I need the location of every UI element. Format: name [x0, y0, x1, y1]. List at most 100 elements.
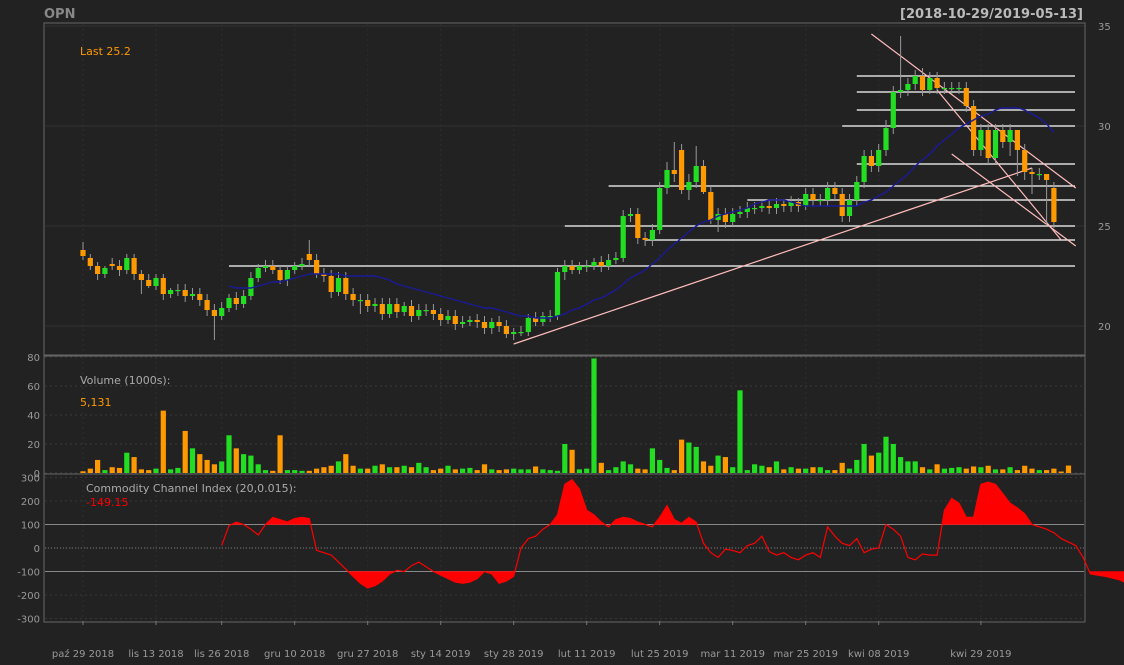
candle-down [197, 294, 203, 300]
candle-up [387, 304, 393, 314]
volume-bar [700, 461, 707, 473]
volume-bar [956, 467, 962, 473]
volume-bar [927, 469, 933, 473]
cci-tick-label: 300 [21, 473, 40, 484]
volume-bar [671, 470, 677, 473]
cci-tick-label: -100 [17, 568, 40, 579]
last-price-label: Last 25.2 [80, 45, 131, 58]
candle-up [591, 262, 597, 266]
candle-down [496, 322, 502, 326]
candle-up [241, 296, 247, 304]
candle-up [372, 304, 378, 306]
candle-down [919, 76, 926, 90]
candle-down [306, 254, 312, 260]
volume-bar [401, 465, 407, 473]
volume-bar [934, 464, 940, 473]
cci-tick-label: 100 [21, 520, 40, 531]
volume-bar [226, 435, 232, 473]
volume-bar [153, 468, 159, 473]
time-tick-label: lut 25 2019 [631, 649, 689, 660]
volume-bar [992, 469, 999, 473]
volume-bar [649, 448, 655, 473]
chart-canvas: OPN [2018-10-29/2019-05-13] 20 25 30 35 0 20 4… [0, 0, 1124, 665]
candle-up [912, 76, 918, 84]
volume-bar [919, 467, 926, 473]
volume-bar [1036, 470, 1042, 473]
volume-bar [759, 465, 765, 473]
candle-up [292, 266, 298, 270]
volume-bar [372, 465, 378, 473]
volume-bar [912, 461, 918, 473]
candle-down [109, 264, 115, 266]
candle-up [460, 322, 466, 324]
volume-bar [503, 469, 509, 473]
candle-down [270, 266, 276, 270]
volume-bar [533, 466, 539, 473]
volume-bar [95, 459, 101, 473]
cci-last-value: -149.15 [86, 496, 128, 509]
candle-down [1029, 172, 1035, 174]
volume-bar [387, 467, 393, 473]
volume-bar [978, 467, 984, 473]
candle-up [693, 166, 699, 182]
volume-bar [394, 467, 400, 473]
volume-bar [423, 467, 429, 473]
candle-down [781, 204, 787, 206]
volume-bar [883, 436, 889, 473]
volume-bar [554, 470, 561, 473]
cci-tick-label: 200 [21, 497, 40, 508]
candle-up [730, 214, 736, 222]
candle-down [598, 262, 604, 266]
volume-bar [365, 468, 371, 473]
volume-bar [620, 461, 626, 473]
price-tick-label: 30 [1098, 122, 1111, 133]
candle-down [635, 214, 641, 238]
volume-bar [832, 470, 838, 473]
volume-bar [160, 410, 166, 473]
volume-bar [722, 457, 728, 473]
volume-bar [518, 469, 524, 473]
volume-bar [1029, 468, 1035, 473]
date-range-title: [2018-10-29/2019-05-13] [900, 7, 1083, 22]
candle-down [1051, 188, 1057, 222]
volume-bar [540, 469, 546, 473]
candle-up [518, 332, 524, 334]
candle-up [664, 170, 670, 188]
cci-fill-segment [564, 479, 573, 525]
volume-bar [277, 435, 283, 473]
volume-bar [606, 470, 612, 473]
candle-down [314, 260, 320, 274]
volume-bar [197, 454, 203, 473]
candle-up [941, 88, 947, 90]
candle-up [737, 212, 743, 214]
time-tick-label: mar 25 2019 [773, 649, 838, 660]
candle-down [1022, 150, 1028, 172]
volume-bar [489, 469, 495, 473]
volume-bar [146, 470, 152, 473]
volume-bar [971, 466, 977, 473]
volume-bar [416, 462, 422, 473]
candle-down [379, 304, 385, 314]
candle-up [124, 258, 130, 270]
candle-down [138, 274, 144, 280]
candle-down [116, 266, 123, 270]
volume-bar [941, 468, 947, 473]
volume-bar [898, 457, 904, 473]
volume-bar [481, 464, 488, 473]
volume-bar [949, 467, 955, 473]
volume-bar [496, 470, 502, 473]
candle-up [854, 182, 860, 200]
candle-up [992, 130, 999, 158]
candle-down [80, 250, 86, 256]
volume-last-value: 5,131 [80, 396, 112, 409]
volume-bar [270, 470, 276, 473]
candle-down [452, 316, 458, 324]
volume-bar [430, 470, 436, 473]
candle-down [182, 290, 188, 296]
volume-bar [525, 469, 531, 473]
volume-bar [321, 467, 327, 473]
volume-bar [284, 470, 290, 473]
candle-up [525, 318, 531, 332]
volume-bar [241, 454, 247, 473]
candle-up [627, 214, 634, 216]
